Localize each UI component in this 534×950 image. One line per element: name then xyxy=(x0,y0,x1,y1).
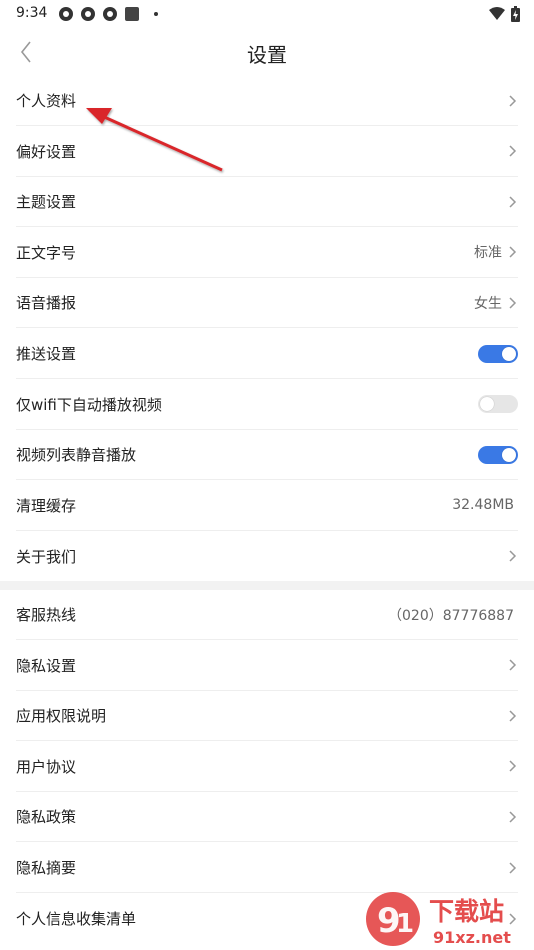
watermark-text-en: 91xz.net xyxy=(433,928,511,947)
chevron-right-icon xyxy=(509,659,517,671)
watermark-logo: 9 1 下载站 91xz.net xyxy=(366,892,511,947)
section-divider xyxy=(0,581,534,590)
notification-icons xyxy=(58,6,158,22)
settings-row-label: 主题设置 xyxy=(16,193,77,212)
toggle-knob xyxy=(480,397,494,412)
settings-row[interactable]: 隐私设置 xyxy=(16,641,518,691)
settings-row[interactable]: 清理缓存 32.48MB xyxy=(16,481,518,531)
settings-row[interactable]: 视频列表静音播放 xyxy=(16,430,518,481)
battery-icon xyxy=(511,6,520,22)
chevron-right-icon xyxy=(509,297,517,309)
settings-row-value: 标准 xyxy=(474,245,502,262)
annotation-arrow xyxy=(86,108,223,172)
chevron-right-icon xyxy=(509,145,517,157)
app-notification-icon xyxy=(81,7,95,21)
more-notifications-dot xyxy=(154,12,158,16)
settings-row-label: 应用权限说明 xyxy=(16,707,107,726)
settings-row-label: 隐私政策 xyxy=(16,808,77,827)
settings-row-label: 关于我们 xyxy=(16,547,77,566)
settings-row-value: 女生 xyxy=(474,295,502,312)
toggle-switch[interactable] xyxy=(478,344,518,363)
chevron-right-icon xyxy=(509,760,517,772)
header: 设置 xyxy=(0,28,534,76)
chevron-right-icon xyxy=(509,196,517,208)
settings-row-label: 清理缓存 xyxy=(16,496,77,515)
system-icons xyxy=(489,6,520,22)
toggle-knob xyxy=(502,447,516,462)
settings-row-label: 隐私摘要 xyxy=(16,859,77,877)
settings-row-label: 推送设置 xyxy=(16,345,77,363)
square-notification-icon xyxy=(125,7,139,21)
chevron-right-icon xyxy=(509,861,517,874)
settings-row[interactable]: 应用权限说明 xyxy=(16,691,518,742)
status-time: 9:34 xyxy=(16,5,48,21)
watermark-text-cn: 下载站 xyxy=(429,897,504,926)
chevron-right-icon xyxy=(509,811,517,823)
status-bar: 9:34 xyxy=(0,0,534,28)
settings-row-label: 仅wifi下自动播放视频 xyxy=(16,395,162,414)
toggle-knob xyxy=(502,346,516,361)
settings-row-label: 用户协议 xyxy=(16,757,77,776)
svg-text:1: 1 xyxy=(396,909,414,939)
chevron-right-icon xyxy=(509,710,517,722)
settings-row[interactable]: 推送设置 xyxy=(16,329,518,379)
settings-row-label: 语音播报 xyxy=(16,294,77,313)
settings-row[interactable]: 隐私政策 xyxy=(16,792,518,843)
settings-row-value: 32.48MB xyxy=(452,497,514,514)
page-title: 设置 xyxy=(247,43,287,67)
settings-row[interactable]: 主题设置 xyxy=(16,177,518,228)
settings-row[interactable]: 仅wifi下自动播放视频 xyxy=(16,380,518,430)
settings-row[interactable]: 关于我们 xyxy=(16,531,518,581)
settings-row-label: 视频列表静音播放 xyxy=(16,446,137,465)
toggle-switch[interactable] xyxy=(478,395,518,414)
settings-row[interactable]: 用户协议 xyxy=(16,742,518,792)
chevron-right-icon xyxy=(509,246,517,258)
settings-row[interactable]: 客服热线 （020）87776887 xyxy=(16,590,518,640)
app-notification-icon xyxy=(59,7,73,21)
settings-row-label: 客服热线 xyxy=(16,606,77,624)
app-notification-icon xyxy=(103,7,117,21)
toggle-switch[interactable] xyxy=(478,445,518,464)
wifi-icon xyxy=(489,7,505,20)
settings-row[interactable]: 隐私摘要 xyxy=(16,843,518,893)
settings-row[interactable]: 语音播报 女生 xyxy=(16,278,518,329)
chevron-right-icon xyxy=(509,550,517,562)
settings-row-label: 正文字号 xyxy=(16,243,77,262)
settings-row-label: 隐私设置 xyxy=(16,656,77,675)
settings-row-value: （020）87776887 xyxy=(388,607,514,624)
chevron-right-icon xyxy=(509,94,517,107)
settings-row[interactable]: 正文字号 标准 xyxy=(16,228,518,278)
